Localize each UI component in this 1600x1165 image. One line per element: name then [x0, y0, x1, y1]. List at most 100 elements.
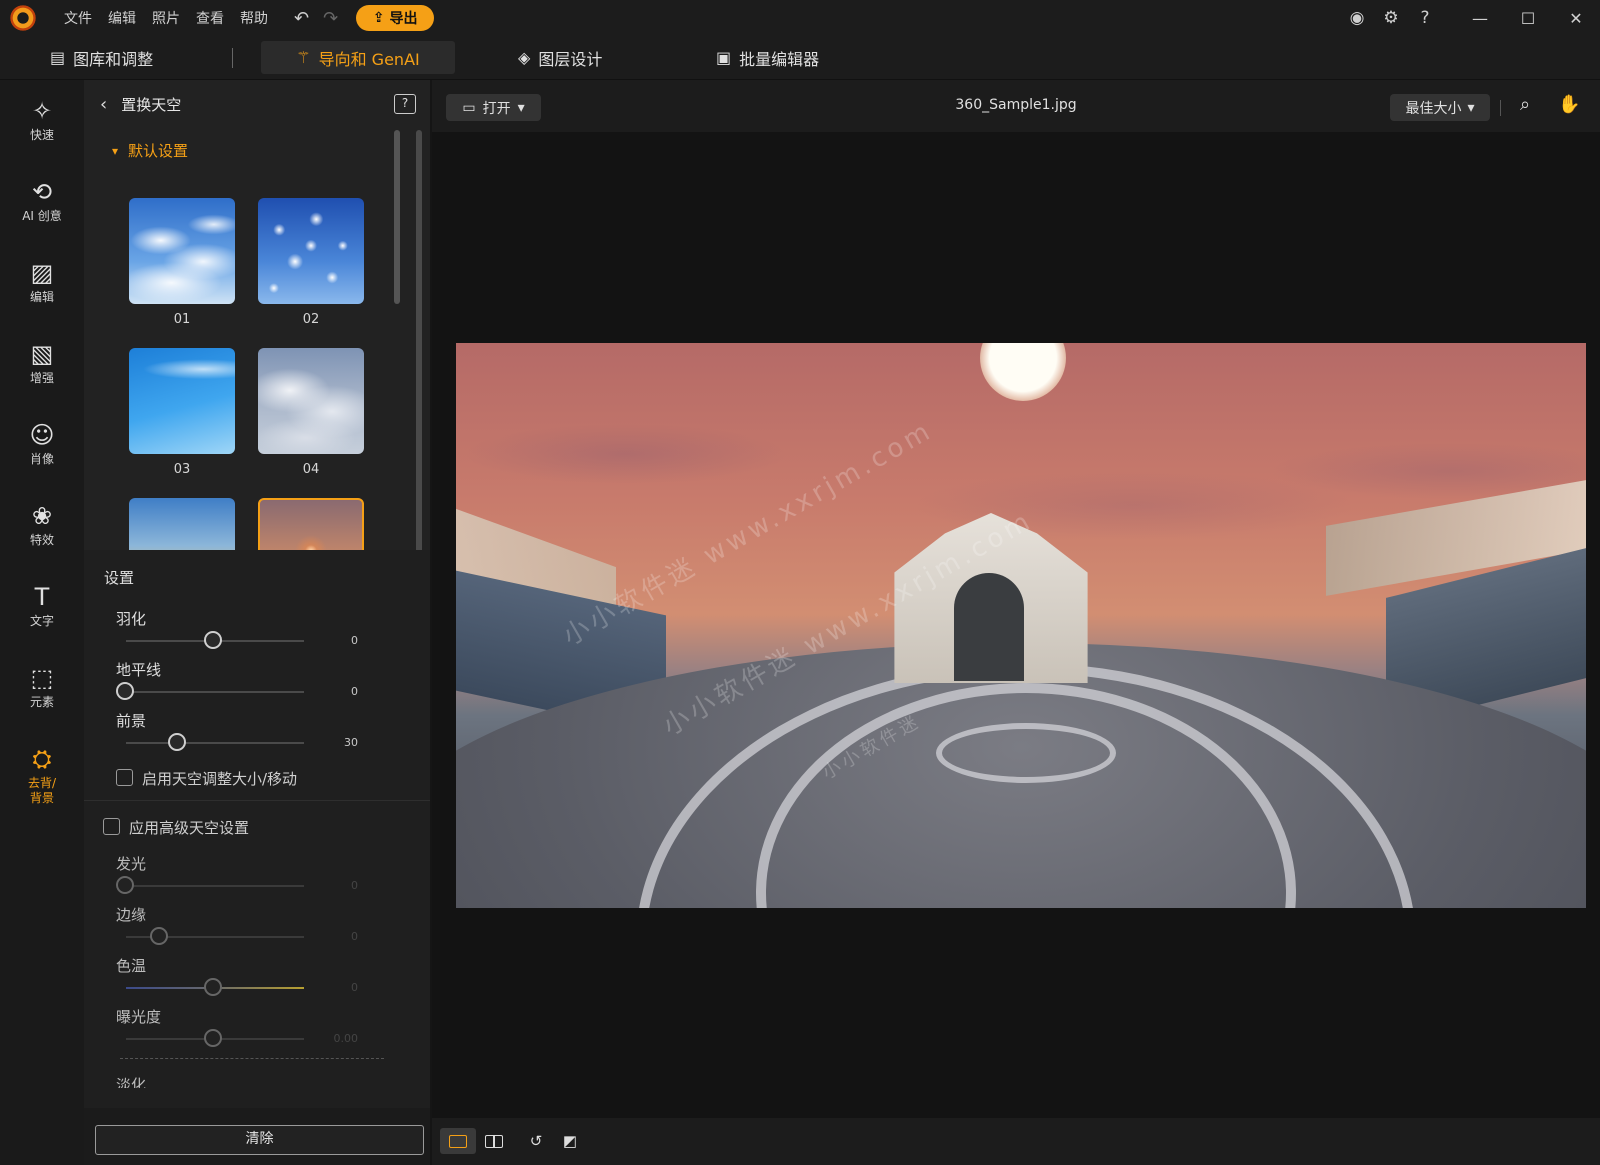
settings-title: 设置: [104, 569, 135, 587]
history-button[interactable]: ↺: [518, 1128, 554, 1154]
sky-preset-02[interactable]: [258, 198, 364, 304]
redo-icon[interactable]: ↷: [323, 8, 338, 29]
sky-preset-label: 03: [173, 462, 191, 477]
gear-icon[interactable]: ⚙: [1374, 8, 1408, 28]
effects-icon: ❀: [31, 502, 53, 530]
undo-icon[interactable]: ↶: [294, 8, 309, 29]
single-view-button[interactable]: [440, 1128, 476, 1154]
tool-portrait[interactable]: ☺ 肖像: [0, 420, 84, 467]
sky-preset-label: 01: [173, 312, 191, 327]
tool-label: 快速: [29, 128, 54, 142]
tool-edit[interactable]: ▨ 编辑: [0, 258, 84, 305]
sky-settings-section: 设置 羽化 0 地平线 0 前景 30 启用天空调整大小/移动 应用高级天空设置…: [84, 550, 430, 1165]
menu-view[interactable]: 查看: [196, 8, 224, 28]
portrait-icon: ☺: [29, 421, 55, 449]
section-divider: [84, 800, 430, 801]
sky-preset-01[interactable]: [129, 198, 235, 304]
glow-slider[interactable]: [126, 885, 304, 887]
tool-remove-background[interactable]: ⛭ 去背/ 背景: [0, 744, 84, 806]
tool-label: 去背/ 背景: [27, 776, 57, 805]
layers-icon: ◈: [518, 48, 531, 67]
tool-label: 文字: [29, 614, 54, 628]
tab-guided-genai[interactable]: ⚚ 导向和 GenAI: [261, 41, 455, 74]
color-temperature-slider-knob[interactable]: [204, 978, 222, 996]
foreground-slider[interactable]: [126, 742, 304, 744]
text-icon: T: [34, 583, 50, 611]
tool-effects[interactable]: ❀ 特效: [0, 501, 84, 548]
tab-label: 图库和调整: [73, 49, 154, 69]
tool-text[interactable]: T 文字: [0, 582, 84, 629]
help-icon[interactable]: ?: [394, 94, 416, 114]
tab-library-adjust[interactable]: ▤ 图库和调整: [34, 41, 169, 74]
tab-label: 导向和 GenAI: [318, 49, 420, 69]
mode-tabs: ▤ 图库和调整 ⚚ 导向和 GenAI ◈ 图层设计 ▣ 批量编辑器: [0, 36, 1600, 80]
tool-label: AI 创意: [22, 209, 62, 223]
quick-wand-icon: ✧: [31, 97, 53, 125]
export-button[interactable]: ⇪ 导出: [356, 5, 435, 31]
replace-sky-panel: ‹ 置换天空 ? ▾ 默认设置 01 02 03 04 设置 羽化 0 地平线 …: [84, 80, 430, 1165]
tab-layer-design[interactable]: ◈ 图层设计: [502, 41, 618, 74]
tool-quick[interactable]: ✧ 快速: [0, 96, 84, 143]
remove-background-icon: ⛭: [32, 745, 52, 773]
edge-value: 0: [351, 930, 358, 943]
menu-file[interactable]: 文件: [64, 8, 92, 28]
single-view-icon: [449, 1134, 467, 1148]
advanced-sky-checkbox-label: 应用高级天空设置: [129, 819, 250, 837]
sky-preset-03[interactable]: [129, 348, 235, 454]
tab-batch-editor[interactable]: ▣ 批量编辑器: [700, 41, 835, 74]
exposure-label: 曝光度: [116, 1008, 162, 1026]
split-view-button[interactable]: [476, 1128, 512, 1154]
back-arrow-icon[interactable]: ‹: [100, 94, 107, 115]
edge-slider-knob[interactable]: [150, 927, 168, 945]
tab-label: 图层设计: [538, 49, 603, 69]
feather-slider-knob[interactable]: [204, 631, 222, 649]
export-label: 导出: [389, 11, 418, 27]
sky-preset-04[interactable]: [258, 348, 364, 454]
tool-ai-creative[interactable]: ⟲ AI 创意: [0, 177, 84, 224]
elements-icon: ⬚: [30, 664, 54, 692]
sky-resize-checkbox[interactable]: [116, 769, 133, 786]
maximize-icon[interactable]: ☐: [1504, 9, 1552, 28]
close-icon[interactable]: ✕: [1552, 9, 1600, 28]
tool-elements[interactable]: ⬚ 元素: [0, 663, 84, 710]
library-icon: ▤: [50, 48, 66, 67]
menu-bar: 文件 编辑 照片 查看 帮助: [64, 8, 268, 28]
compare-icon: ◩: [562, 1132, 578, 1150]
tool-enhance[interactable]: ▧ 增强: [0, 339, 84, 386]
preset-group-header[interactable]: ▾ 默认设置: [112, 140, 188, 161]
horizon-slider-knob[interactable]: [116, 682, 134, 700]
search-icon[interactable]: ⌕: [1520, 94, 1530, 115]
edge-label: 边缘: [116, 906, 147, 924]
account-icon[interactable]: ◉: [1340, 8, 1374, 28]
batch-images-icon: ▣: [716, 48, 732, 67]
horizon-slider[interactable]: [126, 691, 304, 693]
sky-preset-label: 04: [302, 462, 320, 477]
menu-photo[interactable]: 照片: [152, 8, 180, 28]
foreground-slider-knob[interactable]: [168, 733, 186, 751]
panel-title: 置换天空: [121, 95, 182, 114]
panel-header: ‹ 置换天空 ?: [84, 80, 430, 128]
horizon-label: 地平线: [116, 661, 162, 679]
advanced-sky-checkbox[interactable]: [103, 818, 120, 835]
tool-label: 增强: [29, 371, 54, 385]
preset-group-label: 默认设置: [128, 142, 189, 160]
preset-scrollbar[interactable]: [394, 130, 400, 304]
tab-divider: [232, 48, 233, 68]
zoom-dropdown[interactable]: 最佳大小 ▾: [1390, 94, 1490, 121]
menu-edit[interactable]: 编辑: [108, 8, 136, 28]
tool-label: 特效: [29, 533, 54, 547]
edit-image-icon: ▨: [30, 259, 54, 287]
feather-value: 0: [351, 634, 358, 647]
minimize-icon[interactable]: —: [1456, 9, 1504, 28]
menu-help[interactable]: 帮助: [240, 8, 268, 28]
sky-preset-label: 02: [302, 312, 320, 327]
exposure-slider-knob[interactable]: [204, 1029, 222, 1047]
help-circle-icon[interactable]: ?: [1408, 8, 1442, 28]
compare-button[interactable]: ◩: [552, 1128, 588, 1154]
toolbar-divider: [1500, 100, 1501, 116]
chevron-down-icon: ▾: [1467, 99, 1475, 116]
hand-pan-icon[interactable]: ✋: [1558, 94, 1580, 115]
clear-button[interactable]: 清除: [95, 1125, 424, 1155]
preview-photo[interactable]: 小小软件迷 www.xxrjm.com 小小软件迷 www.xxrjm.com …: [456, 343, 1586, 908]
glow-slider-knob[interactable]: [116, 876, 134, 894]
